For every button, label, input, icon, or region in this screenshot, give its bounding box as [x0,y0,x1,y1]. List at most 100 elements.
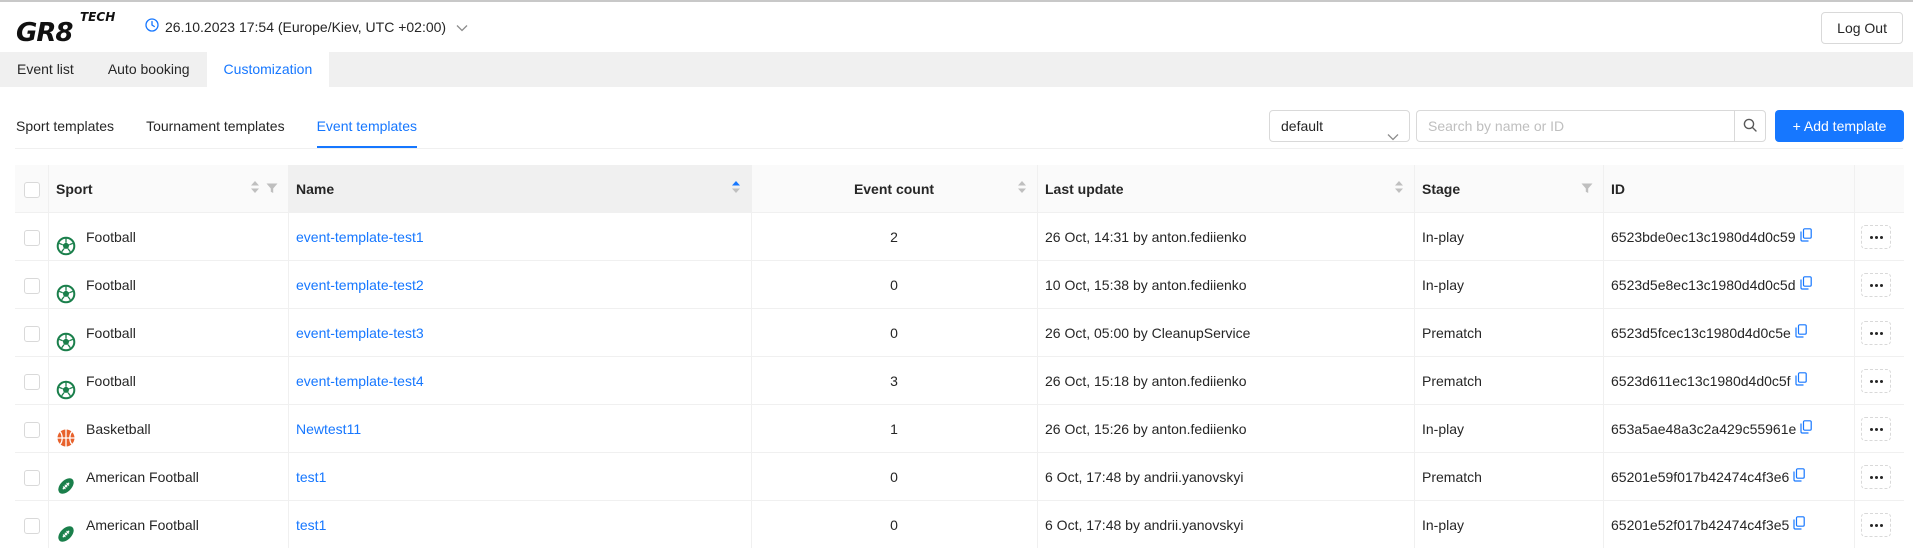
more-icon [1869,523,1883,527]
copy-icon[interactable] [1800,405,1813,453]
more-actions-button[interactable] [1861,513,1891,537]
logo: GR8 TECH [16,8,126,48]
column-header-event-count[interactable]: Event count [751,165,1037,213]
more-actions-button[interactable] [1861,321,1891,345]
event-count-cell: 0 [751,501,1037,548]
sport-name: American Football [86,469,199,485]
template-name-link[interactable]: event-template-test3 [296,325,424,341]
table-row[interactable]: Football event-template-test2 0 10 Oct, … [15,261,1904,309]
table-row[interactable]: American Football test1 0 6 Oct, 17:48 b… [15,501,1904,548]
basketball-icon [56,419,76,447]
copy-icon[interactable] [1793,501,1806,548]
more-actions-button[interactable] [1861,417,1891,441]
datetime-text: 26.10.2023 17:54 (Europe/Kiev, UTC +02:0… [165,18,447,35]
logout-button[interactable]: Log Out [1821,12,1903,44]
column-header-last-update[interactable]: Last update [1037,165,1414,213]
copy-icon[interactable] [1799,213,1812,261]
more-actions-button[interactable] [1861,273,1891,297]
stage-cell: Prematch [1414,357,1603,405]
id-cell: 65201e59f017b42474c4f3e6 [1603,453,1854,501]
event-count-cell: 2 [751,213,1037,261]
search-button[interactable] [1734,110,1766,142]
name-cell: Newtest11 [288,405,751,453]
row-checkbox[interactable] [24,422,40,439]
more-actions-button[interactable] [1861,465,1891,489]
more-actions-button[interactable] [1861,369,1891,393]
template-id: 6523bde0ec13c1980d4d0c59 [1611,229,1796,245]
logo-tag: TECH [80,10,116,24]
template-name-link[interactable]: event-template-test1 [296,229,424,245]
tab-customization[interactable]: Customization [206,52,330,87]
table-row[interactable]: Football event-template-test3 0 26 Oct, … [15,309,1904,357]
copy-icon[interactable] [1794,357,1807,405]
sort-icon[interactable] [1017,165,1027,213]
sort-icon[interactable] [1394,165,1404,213]
sport-name: Football [86,373,136,389]
more-icon [1869,379,1883,383]
sort-icon[interactable] [250,165,260,213]
stage-cell: In-play [1414,501,1603,548]
sport-name: Football [86,229,136,245]
event-count-cell: 0 [751,261,1037,309]
templates-table: Sport Name Event count Last update Stage… [15,165,1904,548]
column-header-stage[interactable]: Stage [1414,165,1603,213]
id-cell: 6523bde0ec13c1980d4d0c59 [1603,213,1854,261]
actions-cell [1854,309,1904,357]
more-actions-button[interactable] [1861,225,1891,249]
template-name-link[interactable]: test1 [296,469,326,485]
template-set-select[interactable]: default [1269,110,1410,142]
actions-cell [1854,213,1904,261]
copy-icon[interactable] [1799,261,1812,309]
column-label: Sport [56,181,93,197]
table-body: Football event-template-test1 2 26 Oct, … [15,213,1904,548]
tab-sport-templates[interactable]: Sport templates [16,108,114,148]
sort-icon[interactable] [731,165,741,213]
last-update-cell: 26 Oct, 05:00 by CleanupService [1037,309,1414,357]
football-icon [56,323,76,352]
actions-cell [1854,357,1904,405]
add-template-button[interactable]: + Add template [1775,110,1904,142]
row-checkbox[interactable] [24,470,40,487]
sport-cell: American Football [48,501,288,548]
name-cell: event-template-test4 [288,357,751,405]
event-count-cell: 1 [751,405,1037,453]
tab-event-templates[interactable]: Event templates [316,108,418,148]
table-row[interactable]: Basketball Newtest11 1 26 Oct, 15:26 by … [15,405,1904,453]
tab-event-list[interactable]: Event list [0,52,91,87]
row-checkbox[interactable] [24,518,40,535]
search-input[interactable] [1416,110,1734,142]
column-header-name[interactable]: Name [288,165,751,213]
row-select-cell [15,453,48,501]
template-name-link[interactable]: event-template-test2 [296,277,424,293]
table-row[interactable]: Football event-template-test1 2 26 Oct, … [15,213,1904,261]
row-checkbox[interactable] [24,326,40,343]
clock-icon [145,18,159,35]
timezone-selector[interactable]: 26.10.2023 17:54 (Europe/Kiev, UTC +02:0… [145,18,468,35]
row-checkbox[interactable] [24,230,40,247]
copy-icon[interactable] [1795,309,1807,357]
table-row[interactable]: Football event-template-test4 3 26 Oct, … [15,357,1904,405]
name-cell: event-template-test2 [288,261,751,309]
filter-icon[interactable] [1581,165,1593,213]
event-count-cell: 3 [751,357,1037,405]
filter-icon[interactable] [266,165,278,213]
id-cell: 6523d611ec13c1980d4d0c5f [1603,357,1854,405]
template-name-link[interactable]: Newtest11 [296,421,361,437]
row-checkbox[interactable] [24,278,40,295]
column-label: Stage [1422,181,1461,197]
template-id: 6523d5e8ec13c1980d4d0c5d [1611,277,1796,293]
tab-tournament-templates[interactable]: Tournament templates [146,108,285,148]
copy-icon[interactable] [1793,453,1806,501]
column-header-sport[interactable]: Sport [48,165,288,213]
main-tabs: Event list Auto booking Customization [0,52,1913,87]
template-name-link[interactable]: test1 [296,517,326,533]
logo-text: GR8 [16,18,73,48]
template-name-link[interactable]: event-template-test4 [296,373,424,389]
sport-cell: Football [48,309,288,357]
row-checkbox[interactable] [24,374,40,391]
tab-auto-booking[interactable]: Auto booking [91,52,207,87]
select-all-checkbox[interactable] [24,182,40,199]
table-row[interactable]: American Football test1 0 6 Oct, 17:48 b… [15,453,1904,501]
last-update-cell: 26 Oct, 15:26 by anton.fediienko [1037,405,1414,453]
last-update-cell: 26 Oct, 15:18 by anton.fediienko [1037,357,1414,405]
